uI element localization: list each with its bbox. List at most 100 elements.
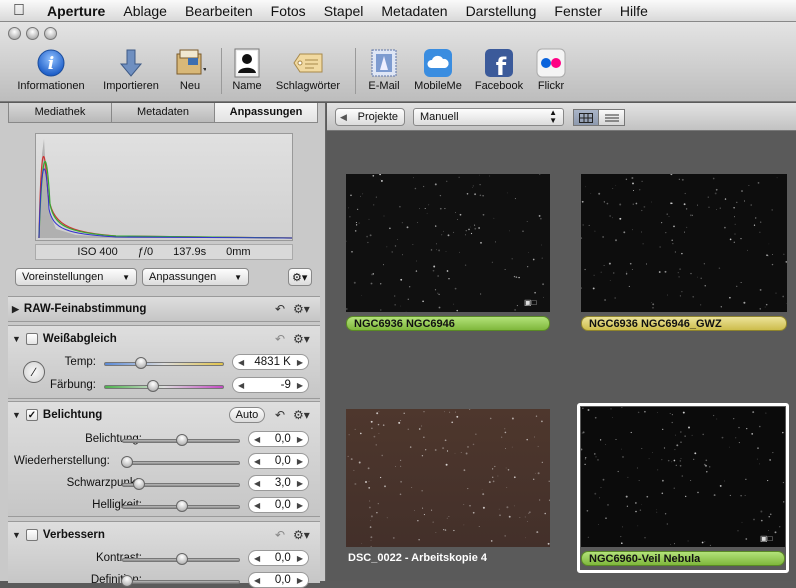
temp-slider-knob[interactable] <box>135 357 147 369</box>
info-button[interactable]: i Informationen <box>12 48 90 92</box>
reset-arrow-icon[interactable]: ↶ <box>275 332 285 346</box>
disclosure-triangle-icon[interactable]: ▼ <box>12 334 21 344</box>
menu-stapel[interactable]: Stapel <box>315 3 373 19</box>
new-button[interactable]: Neu <box>170 48 210 92</box>
eyedropper-icon[interactable]: ∕ <box>23 361 45 383</box>
brightness-slider[interactable] <box>122 505 240 509</box>
keywords-button[interactable]: Schlagwörter <box>272 48 344 92</box>
reset-arrow-icon[interactable]: ↶ <box>275 408 285 422</box>
gear-icon[interactable]: ⚙▾ <box>293 302 310 316</box>
name-button[interactable]: Name <box>228 48 266 92</box>
black-point-slider[interactable] <box>122 483 240 487</box>
enhance-section: ▼ Verbessern ↶ ⚙▾ Kontrast: ◀ 0,0 ▶ Defi… <box>8 521 320 583</box>
menu-aperture[interactable]: Aperture <box>38 3 114 19</box>
inspector-panel: Mediathek Metadaten Anpassungen ISO 400 … <box>0 103 326 581</box>
white-balance-checkbox[interactable] <box>26 333 38 345</box>
temp-value-field[interactable]: ◀ 4831 K ▶ <box>232 354 309 370</box>
tint-label: Färbung: <box>46 379 96 391</box>
sort-select[interactable]: Manuell ▲▼ <box>413 108 564 126</box>
exposure-title: Belichtung <box>43 409 102 421</box>
increment-arrow-icon[interactable]: ▶ <box>297 381 303 390</box>
recovery-slider-knob[interactable] <box>121 456 133 468</box>
photo-thumbnail[interactable]: NGC6936 NGC6946_GWZ <box>581 174 787 334</box>
tab-anpassungen[interactable]: Anpassungen <box>215 103 317 122</box>
exposure-slider[interactable] <box>122 439 240 443</box>
brightness-slider-knob[interactable] <box>176 500 188 512</box>
flickr-button[interactable]: Flickr <box>532 48 570 92</box>
definition-value-field[interactable]: ◀ 0,0 ▶ <box>248 572 309 588</box>
menu-darstellung[interactable]: Darstellung <box>457 3 546 19</box>
facebook-button[interactable]: f Facebook <box>471 48 527 92</box>
increment-arrow-icon[interactable]: ▶ <box>297 554 303 563</box>
import-button[interactable]: Importieren <box>96 48 166 92</box>
menu-bearbeiten[interactable]: Bearbeiten <box>176 3 262 19</box>
recovery-value-field[interactable]: ◀ 0,0 ▶ <box>248 453 309 469</box>
increment-arrow-icon[interactable]: ▶ <box>297 576 303 585</box>
contrast-value-field[interactable]: ◀ 0,0 ▶ <box>248 550 309 566</box>
exposure-section: ▼ ✓ Belichtung Auto ↶ ⚙▾ Belichtung: ◀ 0… <box>8 401 320 517</box>
black-point-slider-knob[interactable] <box>133 478 145 490</box>
definition-value: 0,0 <box>260 574 297 586</box>
disclosure-triangle-icon[interactable]: ▶ <box>12 304 19 315</box>
temp-slider[interactable] <box>104 362 224 366</box>
photo-caption: DSC_0022 - Arbeitskopie 4 <box>346 551 550 566</box>
menu-ablage[interactable]: Ablage <box>114 3 176 19</box>
gear-icon: ⚙▾ <box>292 271 307 284</box>
increment-arrow-icon[interactable]: ▶ <box>297 457 303 466</box>
photo-thumbnail[interactable]: DSC_0022 - Arbeitskopie 4 <box>346 409 551 569</box>
enhance-checkbox[interactable] <box>26 529 38 541</box>
gear-icon[interactable]: ⚙▾ <box>293 528 310 542</box>
contrast-slider[interactable] <box>122 558 240 562</box>
email-button[interactable]: E-Mail <box>364 48 404 92</box>
definition-slider-knob[interactable] <box>121 575 133 587</box>
brightness-value-field[interactable]: ◀ 0,0 ▶ <box>248 497 309 513</box>
tint-slider-knob[interactable] <box>147 380 159 392</box>
disclosure-triangle-icon[interactable]: ▼ <box>12 410 21 420</box>
tab-mediathek[interactable]: Mediathek <box>9 103 112 122</box>
raw-section-header[interactable]: ▶ RAW-Feinabstimmung <box>12 303 146 315</box>
auto-exposure-button[interactable]: Auto <box>229 407 265 423</box>
gear-menu-button[interactable]: ⚙▾ <box>288 268 312 286</box>
tint-value-field[interactable]: ◀ -9 ▶ <box>232 377 309 393</box>
list-view-button[interactable] <box>599 109 625 126</box>
photo-image <box>346 409 550 547</box>
exposure-value-field[interactable]: ◀ 0,0 ▶ <box>248 431 309 447</box>
zoom-window-button[interactable] <box>44 27 57 40</box>
menu-fotos[interactable]: Fotos <box>262 3 315 19</box>
increment-arrow-icon[interactable]: ▶ <box>297 435 303 444</box>
contrast-slider-knob[interactable] <box>176 553 188 565</box>
exposure-checkbox[interactable]: ✓ <box>26 409 38 421</box>
minimize-window-button[interactable] <box>26 27 39 40</box>
black-point-value-field[interactable]: ◀ 3,0 ▶ <box>248 475 309 491</box>
disclosure-triangle-icon[interactable]: ▼ <box>12 530 21 540</box>
name-label: Name <box>228 80 266 92</box>
close-window-button[interactable] <box>8 27 21 40</box>
exposure-slider-knob[interactable] <box>176 434 188 446</box>
email-stamp-icon <box>368 48 400 78</box>
presets-popup[interactable]: Voreinstellungen ▼ <box>15 268 137 286</box>
mobileme-button[interactable]: MobileMe <box>410 48 466 92</box>
enhance-title: Verbessern <box>43 529 105 541</box>
gear-icon[interactable]: ⚙▾ <box>293 332 310 346</box>
apple-menu-icon[interactable]:  <box>0 2 38 20</box>
photo-thumbnail-selected[interactable]: ▣□ NGC6960-Veil Nebula <box>577 403 789 573</box>
photo-thumbnail[interactable]: ▣□ NGC6936 NGC6946 <box>346 174 551 334</box>
tab-metadaten[interactable]: Metadaten <box>112 103 215 122</box>
menu-fenster[interactable]: Fenster <box>545 3 610 19</box>
recovery-slider[interactable] <box>122 461 240 465</box>
reset-arrow-icon[interactable]: ↶ <box>275 528 285 542</box>
reset-arrow-icon[interactable]: ↶ <box>275 302 285 316</box>
increment-arrow-icon[interactable]: ▶ <box>297 479 303 488</box>
menu-metadaten[interactable]: Metadaten <box>372 3 456 19</box>
grid-view-button[interactable] <box>573 109 599 126</box>
gear-icon[interactable]: ⚙▾ <box>293 408 310 422</box>
adjustments-popup[interactable]: Anpassungen ▼ <box>142 268 249 286</box>
temp-label: Temp: <box>53 356 96 368</box>
chevron-down-icon: ▼ <box>122 273 130 282</box>
increment-arrow-icon[interactable]: ▶ <box>297 358 303 367</box>
projects-back-button[interactable]: ◀ Projekte <box>335 108 405 126</box>
projects-label: Projekte <box>358 111 398 123</box>
tint-slider[interactable] <box>104 385 224 389</box>
increment-arrow-icon[interactable]: ▶ <box>297 501 303 510</box>
menu-hilfe[interactable]: Hilfe <box>611 3 657 19</box>
